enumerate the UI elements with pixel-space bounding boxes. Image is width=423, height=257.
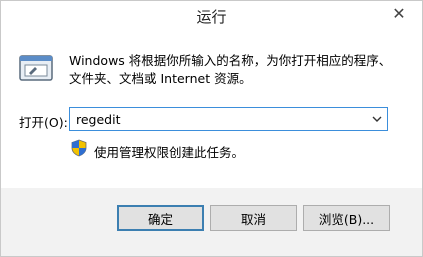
dialog-description: Windows 将根据你所输入的名称，为你打开相应的程序、文件夹、文档或 Int…: [69, 53, 392, 86]
open-input[interactable]: [70, 108, 365, 130]
ok-button[interactable]: 确定: [117, 205, 204, 231]
cancel-button[interactable]: 取消: [210, 205, 297, 231]
window-title: 运行: [196, 8, 227, 26]
dialog-content: Windows 将根据你所输入的名称，为你打开相应的程序、文件夹、文档或 Int…: [1, 32, 422, 188]
run-dialog: 运行 ✕ Windows 将根据你所输入的名称，为你打开相应的程序、文件夹、文档…: [0, 0, 423, 257]
open-label: 打开(O):: [19, 115, 68, 130]
browse-button[interactable]: 浏览(B)...: [303, 205, 390, 231]
close-icon: ✕: [392, 3, 406, 23]
chevron-down-icon[interactable]: [371, 112, 383, 126]
close-button[interactable]: ✕: [382, 2, 416, 24]
uac-shield-icon: [71, 139, 87, 157]
title-bar: 运行 ✕: [1, 1, 422, 32]
admin-note: 使用管理权限创建此任务。: [94, 145, 245, 160]
run-icon: [19, 55, 53, 81]
open-combobox[interactable]: [69, 107, 388, 131]
